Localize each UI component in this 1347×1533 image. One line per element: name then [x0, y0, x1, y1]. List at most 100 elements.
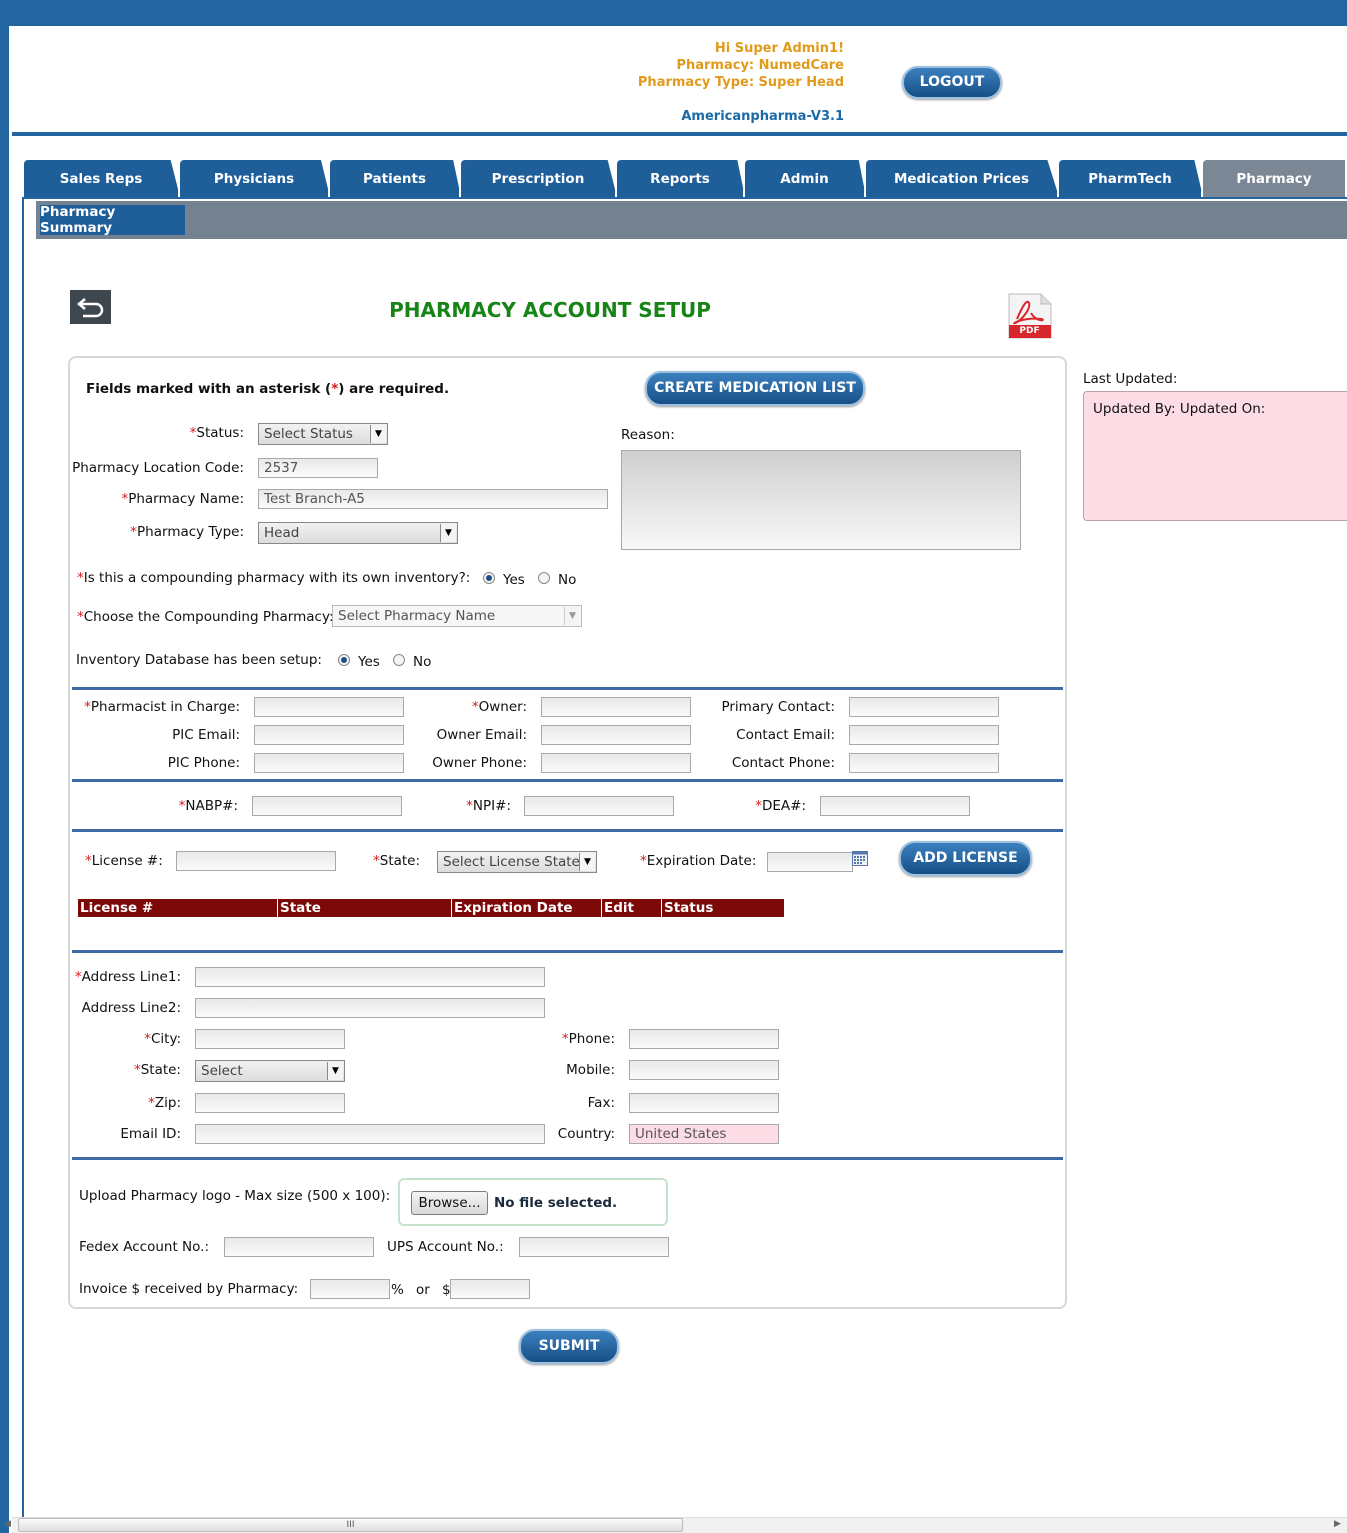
scroll-right-arrow-icon[interactable]: ▶ — [1334, 1519, 1341, 1529]
ups-field[interactable] — [519, 1237, 669, 1257]
pharmacy-name-label: *Pharmacy Name: — [121, 491, 244, 507]
pic-email-field[interactable] — [254, 725, 404, 745]
location-code-label: Pharmacy Location Code: — [72, 460, 244, 476]
invoice-percent-field[interactable] — [310, 1279, 390, 1299]
city-field[interactable] — [195, 1029, 345, 1049]
logout-button[interactable]: LOGOUT — [902, 66, 1002, 99]
license-field[interactable] — [176, 851, 336, 871]
status-select[interactable]: Select Status ▼ — [258, 423, 388, 445]
tab-prescription[interactable]: Prescription — [461, 160, 617, 197]
npi-field[interactable] — [524, 796, 674, 816]
pic-field[interactable] — [254, 697, 404, 717]
owner-email-label: Owner Email: — [436, 727, 527, 743]
invoice-amount-field[interactable] — [450, 1279, 530, 1299]
contact-phone-field[interactable] — [849, 753, 999, 773]
fax-field[interactable] — [629, 1093, 779, 1113]
license-state-select[interactable]: Select License State ▼ — [437, 851, 597, 873]
add-license-button[interactable]: ADD LICENSE — [899, 841, 1032, 876]
license-label: *License #: — [85, 853, 163, 869]
submit-button[interactable]: SUBMIT — [519, 1329, 619, 1364]
create-medication-list-button[interactable]: CREATE MEDICATION LIST — [645, 371, 865, 406]
upload-logo-label: Upload Pharmacy logo - Max size (500 x 1… — [79, 1188, 391, 1204]
pic-label: *Pharmacist in Charge: — [84, 699, 240, 715]
country-field[interactable]: United States — [629, 1124, 779, 1144]
state-label: *State: — [133, 1062, 181, 1078]
pharmacy-type-select[interactable]: Head ▼ — [258, 522, 458, 544]
ups-label: UPS Account No.: — [387, 1239, 504, 1255]
contact-email-field[interactable] — [849, 725, 999, 745]
fedex-label: Fedex Account No.: — [79, 1239, 210, 1255]
expiration-date-field[interactable] — [767, 852, 853, 872]
owner-label: *Owner: — [471, 699, 527, 715]
tab-reports[interactable]: Reports — [617, 160, 745, 197]
license-table-header-state: State — [278, 899, 452, 917]
pdf-label: PDF — [1019, 326, 1040, 336]
reason-label: Reason: — [621, 427, 675, 443]
inventory-yes-radio[interactable] — [338, 654, 350, 666]
header-divider — [12, 132, 1347, 136]
choose-compounding-label: *Choose the Compounding Pharmacy: — [77, 609, 334, 625]
address2-field[interactable] — [195, 998, 545, 1018]
address1-field[interactable] — [195, 967, 545, 987]
no-file-text: No file selected. — [494, 1195, 618, 1211]
compounding-pharmacy-select[interactable]: Select Pharmacy Name ▼ — [332, 605, 582, 627]
pic-phone-field[interactable] — [254, 753, 404, 773]
section-divider — [72, 829, 1063, 832]
address2-label: Address Line2: — [81, 1000, 181, 1016]
pic-email-label: PIC Email: — [172, 727, 240, 743]
chevron-down-icon: ▼ — [579, 853, 595, 871]
tab-physicians[interactable]: Physicians — [180, 160, 330, 197]
state-select[interactable]: Select ▼ — [195, 1060, 345, 1082]
required-note: Fields marked with an asterisk (*) are r… — [86, 381, 450, 397]
left-bar — [0, 26, 9, 1533]
pharmacy-type-text: Pharmacy Type: Super Head — [637, 75, 844, 90]
pdf-export-button[interactable]: PDF — [1007, 293, 1052, 339]
pharmacy-name-text: Pharmacy: NumedCare — [676, 58, 844, 73]
section-divider — [72, 687, 1063, 690]
compounding-no-radio[interactable] — [538, 572, 550, 584]
license-table-header-status: Status — [662, 899, 784, 917]
expiration-label: *Expiration Date: — [640, 853, 757, 869]
location-code-field[interactable]: 2537 — [258, 458, 378, 478]
mobile-field[interactable] — [629, 1060, 779, 1080]
fax-label: Fax: — [587, 1095, 615, 1111]
tab-patients[interactable]: Patients — [330, 160, 461, 197]
reason-textarea[interactable] — [621, 450, 1021, 550]
tab-pharmtech[interactable]: PharmTech — [1059, 160, 1203, 197]
city-label: *City: — [144, 1031, 181, 1047]
tab-medication-prices[interactable]: Medication Prices — [866, 160, 1059, 197]
scroll-left-arrow-icon[interactable]: ◀ — [4, 1519, 11, 1529]
invoice-label: Invoice $ received by Pharmacy: — [79, 1281, 299, 1297]
primary-contact-field[interactable] — [849, 697, 999, 717]
email-field[interactable] — [195, 1124, 545, 1144]
zip-field[interactable] — [195, 1093, 345, 1113]
license-table-header-edit: Edit — [602, 899, 662, 917]
scrollbar-thumb[interactable]: III — [18, 1518, 683, 1532]
back-button[interactable] — [70, 290, 111, 324]
owner-field[interactable] — [541, 697, 691, 717]
pharmacy-name-field[interactable]: Test Branch-A5 — [258, 489, 608, 509]
chevron-down-icon: ▼ — [370, 425, 386, 443]
phone-field[interactable] — [629, 1029, 779, 1049]
owner-phone-field[interactable] — [541, 753, 691, 773]
dea-field[interactable] — [820, 796, 970, 816]
inventory-label: Inventory Database has been setup: — [76, 652, 322, 668]
nabp-field[interactable] — [252, 796, 402, 816]
back-arrow-icon — [76, 298, 103, 318]
tab-pharmacy[interactable]: Pharmacy — [1203, 160, 1347, 197]
top-bar — [0, 0, 1347, 26]
browse-button[interactable]: Browse... — [411, 1191, 488, 1215]
updated-by-text: Updated By: Updated On: — [1093, 401, 1266, 417]
compounding-yes-radio[interactable] — [483, 572, 495, 584]
tab-sales-reps[interactable]: Sales Reps — [24, 160, 180, 197]
inventory-yes-label: Yes — [358, 654, 380, 670]
tab-admin[interactable]: Admin — [745, 160, 866, 197]
owner-email-field[interactable] — [541, 725, 691, 745]
country-label: Country: — [557, 1126, 615, 1142]
owner-phone-label: Owner Phone: — [432, 755, 527, 771]
status-label: *Status: — [189, 425, 244, 441]
subtab-pharmacy-summary[interactable]: Pharmacy Summary — [40, 204, 185, 236]
calendar-icon[interactable] — [852, 851, 868, 866]
inventory-no-radio[interactable] — [393, 654, 405, 666]
fedex-field[interactable] — [224, 1237, 374, 1257]
